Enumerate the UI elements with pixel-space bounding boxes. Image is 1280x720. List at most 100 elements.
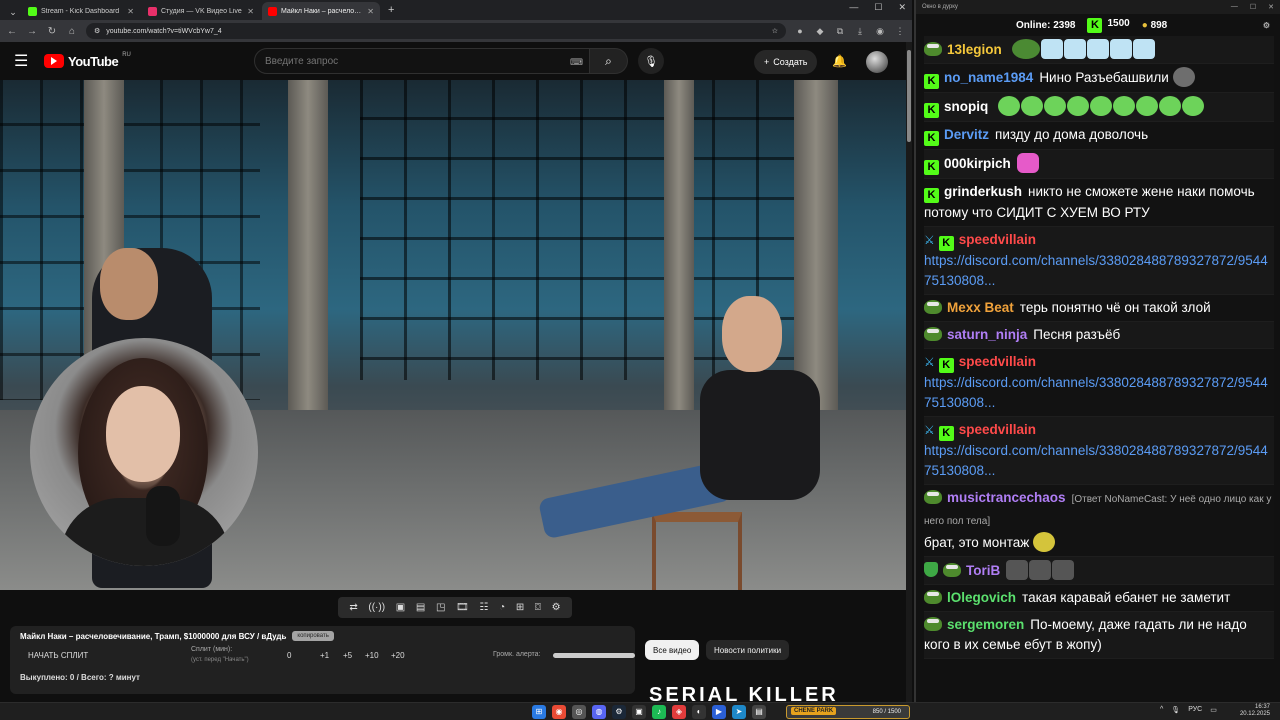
notifications-bell-icon[interactable]: 🔔	[832, 54, 847, 68]
chat-username[interactable]: ToriB	[966, 563, 1000, 578]
chat-username[interactable]: no_name1984	[944, 70, 1033, 85]
tab-search-icon[interactable]: ⌄	[4, 4, 22, 20]
tab-kick-dashboard[interactable]: Stream - Kick Dashboard ✕	[22, 2, 140, 20]
theater-icon[interactable]: ▤	[416, 602, 425, 613]
obs-icon[interactable]: ◎	[572, 705, 586, 719]
chat-username[interactable]: speedvillain	[959, 422, 1036, 437]
user-avatar[interactable]	[866, 51, 888, 73]
chat-message: ⚔ Kspeedvillain https://discord.com/channe…	[924, 349, 1274, 417]
new-tab-button[interactable]: +	[382, 2, 400, 20]
menu-dots-icon[interactable]: ⋮	[894, 26, 906, 37]
miniplayer-icon[interactable]: ◳	[436, 602, 445, 613]
camera-icon[interactable]: ⌼	[535, 602, 541, 613]
clock[interactable]: 16:37 20.12.2025	[1240, 704, 1270, 718]
close-tab-icon[interactable]: ✕	[247, 7, 254, 16]
create-button[interactable]: + Создать	[754, 50, 818, 74]
youtube-logo[interactable]: YouTube RU	[44, 52, 131, 69]
download-icon[interactable]: ⤓	[854, 26, 866, 37]
chat-username[interactable]: 13legion	[947, 42, 1002, 57]
close-window-icon[interactable]: ✕	[898, 2, 906, 13]
close-tab-icon[interactable]: ✕	[367, 7, 374, 16]
increment-5-button[interactable]: +5	[343, 651, 352, 660]
chat-link[interactable]: https://discord.com/channels/33802848878…	[924, 253, 1268, 288]
chat-username[interactable]: snopiq	[944, 99, 988, 114]
tab-youtube-video[interactable]: Майкл Наки – расчеловечиван ✕	[262, 2, 380, 20]
site-info-icon[interactable]: ⚙	[94, 27, 100, 35]
chip-politics-news[interactable]: Новости политики	[706, 640, 790, 660]
chat-link[interactable]: https://discord.com/channels/33802848878…	[924, 375, 1268, 410]
app-icon[interactable]: ▤	[752, 705, 766, 719]
game-widget[interactable]: CHENE PARK 850 / 1500	[786, 705, 910, 719]
chat-username[interactable]: lOlegovich	[947, 590, 1016, 605]
maximize-icon[interactable]: ☐	[1250, 3, 1256, 11]
chat-settings-icon[interactable]: ⚙	[1263, 21, 1270, 30]
increment-20-button[interactable]: +20	[391, 651, 405, 660]
chip-all-videos[interactable]: Все видео	[645, 640, 700, 660]
chat-username[interactable]: musictrancechaos	[947, 490, 1066, 505]
voice-search-button[interactable]: 🎙	[638, 48, 664, 74]
hamburger-menu-icon[interactable]: ☰	[14, 51, 36, 71]
chat-username[interactable]: Dervitz	[944, 127, 989, 142]
forward-icon[interactable]: →	[26, 26, 38, 37]
extension-icon[interactable]: ●	[794, 26, 806, 36]
speed-icon[interactable]: ◔	[499, 602, 505, 613]
windows-start-icon[interactable]: ⊞	[532, 705, 546, 719]
steam-icon[interactable]: ⚙	[612, 705, 626, 719]
extension-icon[interactable]: ◆	[814, 26, 826, 37]
search-input[interactable]	[254, 48, 590, 74]
back-icon[interactable]: ←	[6, 26, 18, 37]
home-icon[interactable]: ⌂	[66, 26, 78, 37]
start-split-button[interactable]: НАЧАТЬ СПЛИТ	[28, 651, 88, 660]
chat-username[interactable]: speedvillain	[959, 232, 1036, 247]
pepe-badge-icon	[924, 617, 942, 631]
close-tab-icon[interactable]: ✕	[127, 7, 134, 16]
increment-10-button[interactable]: +10	[365, 651, 379, 660]
screenshot-icon[interactable]: ▣	[396, 602, 405, 613]
profile-icon[interactable]: ◉	[874, 26, 886, 37]
page-scrollbar[interactable]	[906, 42, 912, 702]
increment-1-button[interactable]: +1	[320, 651, 329, 660]
close-window-icon[interactable]: ✕	[1268, 3, 1274, 11]
chat-username[interactable]: grinderkush	[944, 184, 1022, 199]
loop-icon[interactable]: ⇄	[349, 602, 357, 613]
alert-volume-slider[interactable]	[553, 653, 635, 658]
microphone-icon[interactable]: 🎙	[1171, 706, 1180, 714]
tray-chevron-icon[interactable]: ^	[1160, 706, 1163, 714]
chat-username[interactable]: sergemoren	[947, 617, 1024, 632]
chat-username[interactable]: saturn_ninja	[947, 327, 1027, 342]
tab-vk-studio[interactable]: Студия — VK Видео Live ✕	[142, 2, 260, 20]
recommended-thumbnail[interactable]: SERIAL KILLER	[645, 682, 905, 702]
chrome-icon[interactable]: ◉	[552, 705, 566, 719]
chat-username[interactable]: speedvillain	[959, 354, 1036, 369]
search-button[interactable]: ⌕	[590, 48, 628, 74]
add-icon[interactable]: ⊞	[516, 602, 524, 613]
discord-icon[interactable]: ◍	[592, 705, 606, 719]
minimize-icon[interactable]: —	[849, 2, 858, 13]
scrollbar-thumb[interactable]	[907, 50, 911, 142]
settings-gear-icon[interactable]: ⚙	[552, 602, 561, 613]
list-icon[interactable]: ☷	[479, 602, 488, 613]
copy-button[interactable]: копировать	[292, 631, 334, 641]
app-icon[interactable]: ◈	[672, 705, 686, 719]
minimize-icon[interactable]: —	[1231, 3, 1238, 11]
chat-username[interactable]: 000kirpich	[944, 156, 1011, 171]
video-player[interactable]	[0, 80, 906, 590]
chat-username[interactable]: Mexx Beat	[947, 300, 1014, 315]
film-icon[interactable]: 🎞	[456, 602, 469, 613]
telegram-icon[interactable]: ➤	[732, 705, 746, 719]
maximize-icon[interactable]: ☐	[874, 2, 882, 13]
chat-link[interactable]: https://discord.com/channels/33802848878…	[924, 443, 1268, 478]
puzzle-icon[interactable]: ⧉	[834, 26, 846, 37]
broadcast-icon[interactable]: ((·))	[368, 602, 385, 613]
app-icon[interactable]: ▣	[632, 705, 646, 719]
url-input[interactable]: ⚙ youtube.com/watch?v=tiWVcbYw7_4 ☆	[86, 23, 786, 39]
spotify-icon[interactable]: ♪	[652, 705, 666, 719]
keyboard-icon[interactable]: ⌨	[570, 57, 583, 68]
language-indicator[interactable]: РУС	[1188, 706, 1202, 714]
media-player-icon[interactable]: ▶	[712, 705, 726, 719]
network-icon[interactable]: ▭	[1210, 706, 1217, 714]
app-icon[interactable]: ◐	[692, 705, 706, 719]
reload-icon[interactable]: ↻	[46, 26, 58, 37]
bookmark-star-icon[interactable]: ☆	[772, 27, 778, 35]
split-value[interactable]: 0	[287, 651, 291, 660]
